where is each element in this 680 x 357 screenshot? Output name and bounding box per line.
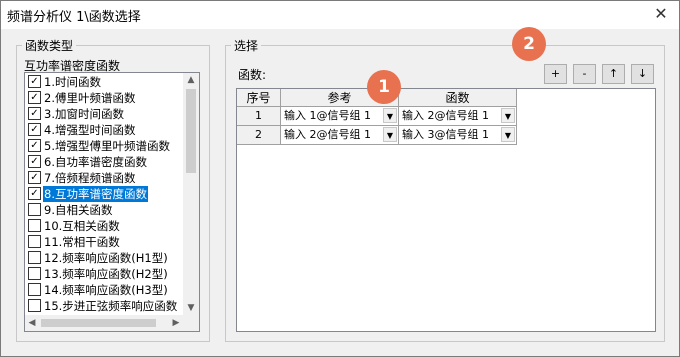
function-label: 函数: bbox=[238, 68, 267, 82]
checkbox[interactable]: ✓ bbox=[28, 91, 41, 104]
function-list-item-label: 10.互相关函数 bbox=[44, 219, 120, 233]
checkbox[interactable] bbox=[28, 219, 41, 232]
function-list-item-label: 15.步进正弦频率响应函数 bbox=[44, 299, 178, 313]
function-list-item-label: 11.常相干函数 bbox=[44, 235, 120, 249]
dropdown-arrow-icon[interactable]: ▼ bbox=[383, 108, 397, 123]
function-list-item-label: 12.频率响应函数(H1型) bbox=[44, 251, 168, 265]
reference-combo[interactable]: 输入 2@信号组 1 ▼ bbox=[281, 126, 399, 145]
reference-value: 输入 2@信号组 1 bbox=[284, 128, 371, 141]
checkbox[interactable] bbox=[28, 299, 41, 312]
reference-value: 输入 1@信号组 1 bbox=[284, 109, 371, 122]
function-list-item-label: 6.自功率谱密度函数 bbox=[44, 155, 147, 169]
checkbox[interactable]: ✓ bbox=[28, 187, 41, 200]
vertical-scrollbar[interactable]: ▲ ▼ bbox=[183, 73, 199, 315]
function-list-item-label: 8.互功率谱密度函数 bbox=[43, 186, 148, 202]
scroll-right-icon[interactable]: ▶ bbox=[169, 315, 183, 331]
function-value: 输入 3@信号组 1 bbox=[402, 128, 489, 141]
function-list-item-label: 2.傅里叶频谱函数 bbox=[44, 91, 136, 105]
function-list-item[interactable]: ✓ 5.增强型傅里叶频谱函数 bbox=[26, 138, 181, 154]
horizontal-scrollbar[interactable]: ◀ ▶ bbox=[25, 315, 183, 331]
function-type-list[interactable]: ✓ 1.时间函数 ✓ 2.傅里叶频谱函数 ✓ 3.加窗时间函数 ✓ 4.增强型时间函数 ✓ 5.增… bbox=[24, 72, 200, 332]
function-list-item[interactable]: 12.频率响应函数(H1型) bbox=[26, 250, 181, 266]
function-list-item-label: 13.频率响应函数(H2型) bbox=[44, 267, 168, 281]
dropdown-arrow-icon[interactable]: ▼ bbox=[383, 127, 397, 142]
function-table: 序号 参考 函数 1 输入 1@信号组 1 ▼ 输入 2@信号组 1 ▼ 2 输… bbox=[236, 88, 656, 332]
function-list-item[interactable]: ✓ 6.自功率谱密度函数 bbox=[26, 154, 181, 170]
move-up-button[interactable]: ↑ bbox=[602, 64, 625, 84]
checkbox[interactable]: ✓ bbox=[28, 139, 41, 152]
dropdown-arrow-icon[interactable]: ▼ bbox=[501, 127, 515, 142]
reference-combo[interactable]: 输入 1@信号组 1 ▼ bbox=[281, 107, 399, 126]
remove-button[interactable]: - bbox=[573, 64, 596, 84]
function-list-item[interactable]: 13.频率响应函数(H2型) bbox=[26, 266, 181, 282]
function-list-item-label: 3.加窗时间函数 bbox=[44, 107, 124, 121]
move-down-button[interactable]: ↓ bbox=[631, 64, 654, 84]
function-list-item[interactable]: 11.常相干函数 bbox=[26, 234, 181, 250]
checkbox[interactable]: ✓ bbox=[28, 171, 41, 184]
function-list-item[interactable]: ✓ 4.增强型时间函数 bbox=[26, 122, 181, 138]
function-list-item[interactable]: ✓ 2.傅里叶频谱函数 bbox=[26, 90, 181, 106]
selection-legend: 选择 bbox=[234, 39, 259, 53]
function-list-item-label: 7.倍频程频谱函数 bbox=[44, 171, 136, 185]
title-bar: 频谱分析仪 1\函数选择 ✕ bbox=[1, 1, 679, 29]
checkbox[interactable]: ✓ bbox=[28, 107, 41, 120]
function-list-item-label: 9.自相关函数 bbox=[44, 203, 113, 217]
function-list-item-label: 5.增强型傅里叶频谱函数 bbox=[44, 139, 170, 153]
function-list-item[interactable]: 10.互相关函数 bbox=[26, 218, 181, 234]
checkbox[interactable] bbox=[28, 283, 41, 296]
close-icon[interactable]: ✕ bbox=[651, 4, 671, 24]
scroll-down-icon[interactable]: ▼ bbox=[183, 301, 199, 315]
scroll-left-icon[interactable]: ◀ bbox=[25, 315, 39, 331]
checkbox[interactable] bbox=[28, 251, 41, 264]
dropdown-arrow-icon[interactable]: ▼ bbox=[501, 108, 515, 123]
function-list-item-label: 4.增强型时间函数 bbox=[44, 123, 136, 137]
function-combo[interactable]: 输入 3@信号组 1 ▼ bbox=[399, 126, 517, 145]
scroll-corner bbox=[183, 315, 199, 331]
function-value: 输入 2@信号组 1 bbox=[402, 109, 489, 122]
function-list-item-label: 14.频率响应函数(H3型) bbox=[44, 283, 168, 297]
row-index: 2 bbox=[237, 126, 281, 145]
checkbox[interactable]: ✓ bbox=[28, 123, 41, 136]
checkbox[interactable] bbox=[28, 267, 41, 280]
horizontal-scroll-thumb[interactable] bbox=[41, 319, 156, 327]
checkbox[interactable] bbox=[28, 203, 41, 216]
function-combo[interactable]: 输入 2@信号组 1 ▼ bbox=[399, 107, 517, 126]
checkbox[interactable] bbox=[28, 235, 41, 248]
function-list-item[interactable]: 9.自相关函数 bbox=[26, 202, 181, 218]
callout-badge-2: 2 bbox=[512, 27, 546, 61]
vertical-scroll-thumb[interactable] bbox=[186, 89, 196, 173]
column-header-index: 序号 bbox=[237, 89, 281, 107]
function-list-item[interactable]: ✓ 7.倍频程频谱函数 bbox=[26, 170, 181, 186]
checkbox[interactable]: ✓ bbox=[28, 155, 41, 168]
function-list-item-label: 1.时间函数 bbox=[44, 75, 101, 89]
callout-badge-1: 1 bbox=[367, 70, 401, 104]
function-list-item[interactable]: 15.步进正弦频率响应函数 bbox=[26, 298, 181, 314]
column-header-function: 函数 bbox=[399, 89, 517, 107]
function-list-item[interactable]: ✓ 8.互功率谱密度函数 bbox=[26, 186, 181, 202]
checkbox[interactable]: ✓ bbox=[28, 75, 41, 88]
function-list-item[interactable]: ✓ 3.加窗时间函数 bbox=[26, 106, 181, 122]
scroll-up-icon[interactable]: ▲ bbox=[183, 73, 199, 87]
function-list-item[interactable]: ✓ 1.时间函数 bbox=[26, 74, 181, 90]
function-type-legend: 函数类型 bbox=[25, 39, 74, 53]
row-index: 1 bbox=[237, 107, 281, 126]
add-button[interactable]: + bbox=[544, 64, 567, 84]
function-list-item[interactable]: 14.频率响应函数(H3型) bbox=[26, 282, 181, 298]
window-title: 频谱分析仪 1\函数选择 bbox=[7, 10, 141, 25]
